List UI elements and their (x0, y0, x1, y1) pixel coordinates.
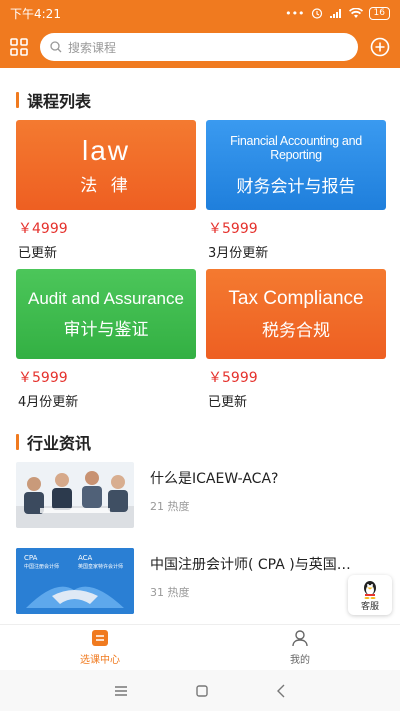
course-banner-law: law 法 律 (16, 120, 196, 210)
grid-menu-icon[interactable] (10, 38, 28, 56)
alarm-icon (311, 8, 322, 19)
course-price: ￥5999 (18, 370, 68, 386)
news-title: 中国注册会计师( CPA )与英国… (150, 557, 351, 573)
main-content: 课程列表 law 法 律 ￥4999 已更新 Financial Account… (0, 68, 400, 624)
add-icon[interactable] (370, 37, 390, 57)
nav-mine[interactable]: 我的 (200, 625, 400, 670)
section-accent-bar (16, 92, 19, 108)
nav-course-center[interactable]: 选课中心 (0, 625, 200, 670)
course-banner-tax: Tax Compliance 税务合规 (206, 269, 386, 359)
app-header: 搜索课程 (0, 26, 400, 68)
meeting-illustration-icon (16, 462, 134, 528)
course-card-law[interactable]: law 法 律 ￥4999 已更新 (16, 120, 196, 261)
search-placeholder: 搜索课程 (68, 40, 117, 55)
course-price: ￥5999 (208, 370, 258, 386)
menu-icon[interactable] (114, 685, 128, 697)
status-time: 下午4:21 (10, 6, 61, 21)
course-update-status: 已更新 (18, 246, 58, 261)
news-item[interactable]: CPA 中国注册会计师 ACA 英国皇家特许会计师 中国注册会计师( CPA )… (16, 548, 384, 614)
search-input[interactable]: 搜索课程 (40, 33, 358, 61)
news-item[interactable]: 什么是ICAEW-ACA? 21 热度 (16, 462, 384, 528)
aca-label: ACA 英国皇家特许会计师 (78, 554, 124, 570)
course-card-tax[interactable]: Tax Compliance 税务合规 ￥5999 已更新 (206, 269, 386, 410)
courses-section-title: 课程列表 (0, 88, 91, 112)
qq-penguin-icon (364, 580, 376, 599)
course-banner-audit: Audit and Assurance 审计与鉴证 (16, 269, 196, 359)
course-banner-financial-accounting: Financial Accounting and Reporting 财务会计与… (206, 120, 386, 210)
news-thumbnail-meeting (16, 462, 134, 528)
news-section-title: 行业资讯 (0, 430, 91, 454)
wifi-icon (348, 7, 363, 18)
course-update-status: 已更新 (208, 395, 248, 410)
course-price: ￥4999 (18, 221, 68, 237)
customer-service-button[interactable]: 客服 (348, 575, 392, 615)
course-center-icon (92, 630, 108, 646)
status-icons: ••• 16 (285, 6, 390, 20)
status-bar: 下午4:21 ••• 16 (0, 0, 400, 26)
course-card-audit[interactable]: Audit and Assurance 审计与鉴证 ￥5999 4月份更新 (16, 269, 196, 410)
system-nav-bar (0, 670, 400, 711)
bottom-nav: 选课中心 我的 (0, 624, 400, 670)
course-update-status: 4月份更新 (18, 395, 79, 410)
home-icon[interactable] (195, 684, 209, 698)
course-card-financial-accounting[interactable]: Financial Accounting and Reporting 财务会计与… (206, 120, 386, 261)
news-heat: 21 热度 (150, 500, 190, 513)
news-thumbnail-handshake: CPA 中国注册会计师 ACA 英国皇家特许会计师 (16, 548, 134, 614)
course-update-status: 3月份更新 (208, 246, 269, 261)
signal-icon (329, 8, 341, 18)
section-accent-bar (16, 434, 19, 450)
cpa-label: CPA 中国注册会计师 (24, 554, 60, 570)
more-dots-icon: ••• (285, 6, 305, 20)
customer-service-label: 客服 (360, 601, 379, 612)
news-title: 什么是ICAEW-ACA? (150, 471, 279, 487)
back-icon[interactable] (276, 684, 286, 698)
person-icon (292, 630, 308, 647)
battery-icon: 16 (368, 6, 390, 20)
search-icon (50, 41, 62, 53)
course-price: ￥5999 (208, 221, 258, 237)
